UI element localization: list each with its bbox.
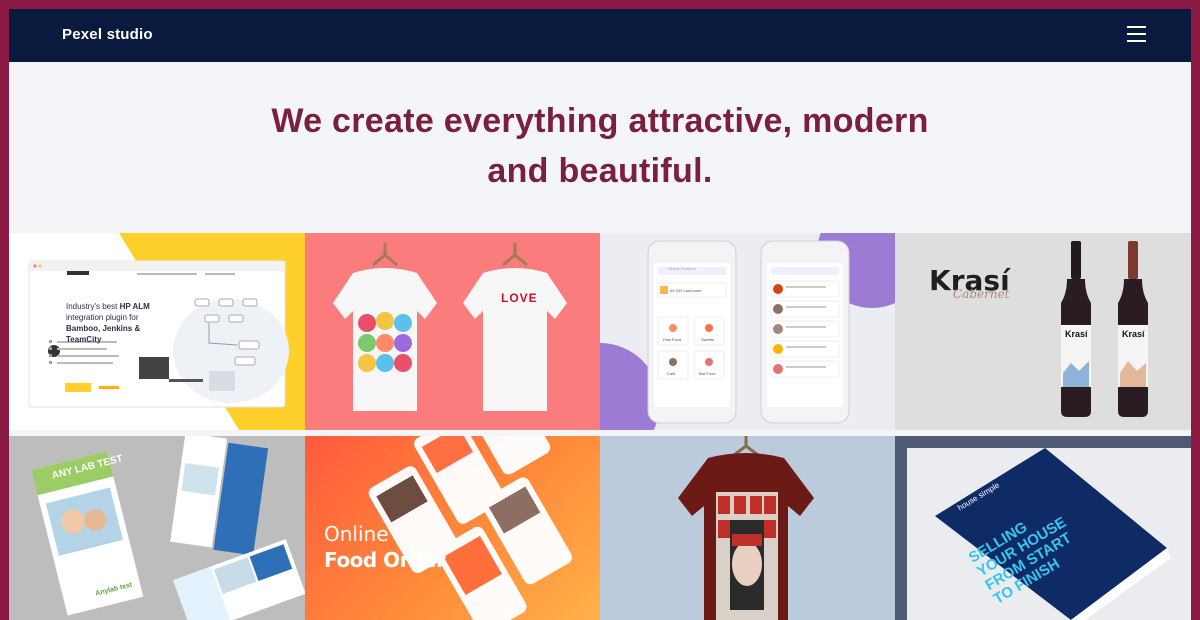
hero-headline: We create everything attractive, modern … (9, 96, 1191, 196)
hamburger-icon[interactable] (1127, 26, 1147, 44)
food-app-cat-1: Fast Food (663, 337, 682, 342)
hero-section: We create everything attractive, modern … (9, 62, 1191, 233)
hp-alm-headline-3: Bamboo, Jenkins & (66, 324, 141, 333)
portfolio-item-tshirts[interactable]: LOVE (305, 233, 600, 430)
food-app-search: Search Product (668, 266, 696, 271)
food-app-cat-3: Cafe (667, 371, 676, 376)
hp-alm-headline: Industry's best HP ALM integration plugi… (66, 301, 166, 345)
hp-alm-headline-bold: HP ALM (119, 302, 150, 311)
food-app-cat-2: Sweets (701, 337, 715, 342)
hero-headline-line2: and beautiful. (487, 152, 713, 190)
portfolio-item-lab-brochure[interactable]: ANY LAB TEST Anylab test (9, 436, 305, 620)
food-app-brand: Ire 200 Lanhouse (670, 288, 702, 293)
wine-bottles-graphic (895, 233, 1191, 430)
hp-alm-headline-2: integration plugin for (66, 313, 139, 322)
portfolio-grid: Industry's best HP ALM integration plugi… (9, 233, 1191, 620)
food-order-line1: Online (324, 522, 389, 546)
food-app-mockup-graphic (600, 233, 895, 430)
printed-tshirt-graphic (678, 436, 814, 620)
page-frame: Pexel studio We create everything attrac… (9, 9, 1191, 620)
krasi-label-1: Krasí (1065, 329, 1088, 339)
brand-logo[interactable]: Pexel studio (62, 26, 153, 43)
tshirt-love-print: LOVE (501, 291, 538, 305)
hanger-icon (372, 243, 528, 267)
food-order-line2: Food Order (324, 548, 446, 572)
navbar: Pexel studio (9, 9, 1191, 62)
portfolio-item-printed-tshirt[interactable] (600, 436, 895, 620)
hp-alm-headline-1: Industry's best (66, 302, 118, 311)
brochure-mockup-graphic (9, 436, 305, 620)
tshirt-mockup-graphic (333, 243, 567, 411)
food-app-cat-4: Bar Food (699, 371, 716, 376)
portfolio-item-online-food-order[interactable]: Online Food Order (305, 436, 600, 620)
portfolio-item-krasi-wine[interactable]: Krasí Cabernet Krasí Krasí (895, 233, 1191, 430)
krasi-label-2: Krasí (1122, 329, 1145, 339)
portfolio-item-food-app[interactable]: Search Product Ire 200 Lanhouse Fast Foo… (600, 233, 895, 430)
hero-headline-line1: We create everything attractive, modern (271, 102, 929, 140)
hp-alm-headline-4: TeamCity (66, 335, 102, 344)
portfolio-item-hp-alm[interactable]: Industry's best HP ALM integration plugi… (9, 233, 305, 430)
krasi-script: Cabernet (953, 287, 1010, 301)
portfolio-item-house-poster[interactable]: house simple SELLING YOUR HOUSE FROM STA… (895, 436, 1191, 620)
